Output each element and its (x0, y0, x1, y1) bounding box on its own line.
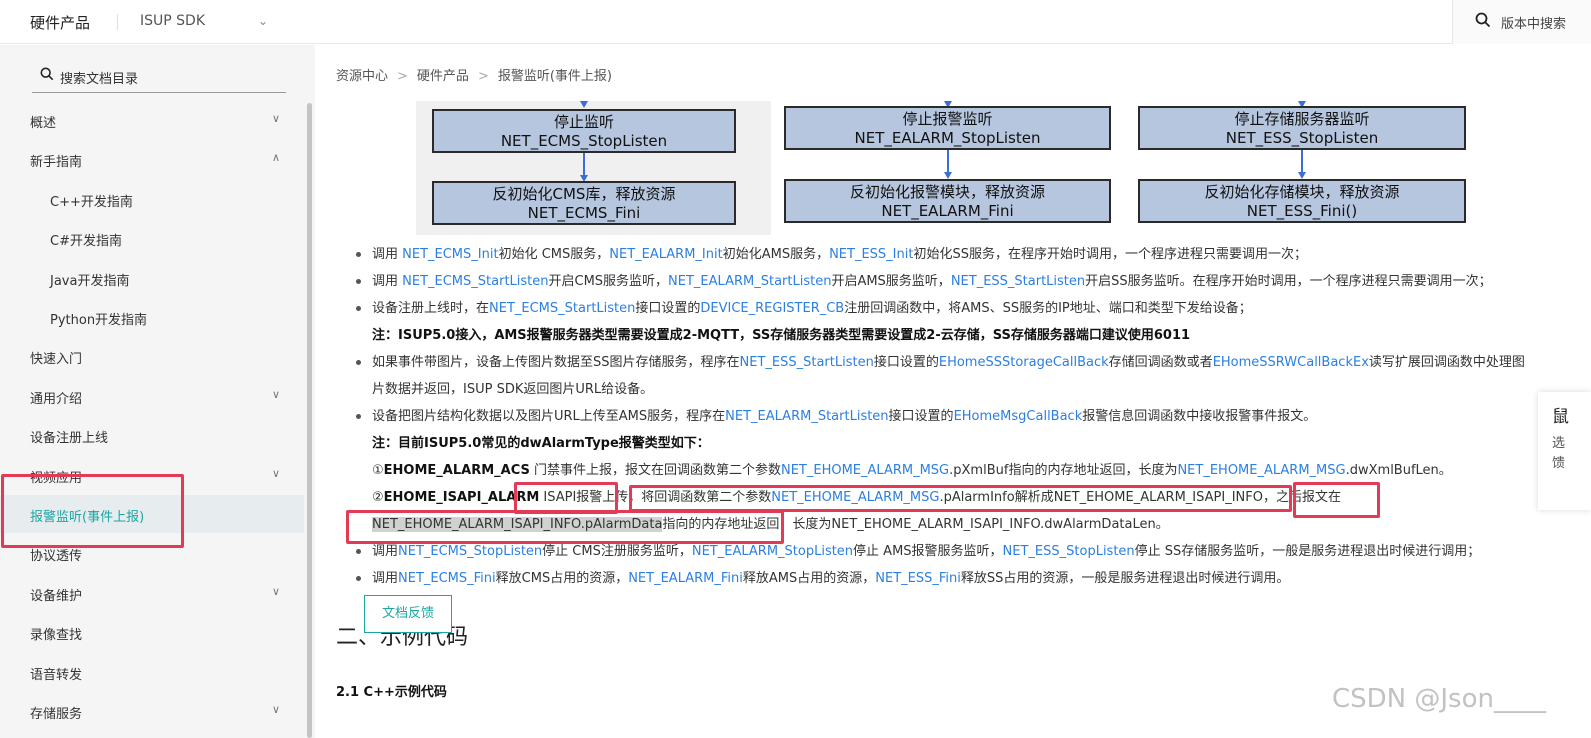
chevron-down-icon: ∨ (272, 585, 281, 598)
right-float-panel[interactable]: 鼠 选 馈 (1538, 392, 1591, 510)
arrow-icon (1298, 172, 1306, 179)
doc-search[interactable]: 搜索文档目录 (32, 61, 286, 93)
list-item: 调用 NET_ECMS_Init初始化 CMS服务，NET_EALARM_Ini… (354, 241, 1584, 268)
version-search-input[interactable]: 版本中搜索 (1501, 13, 1566, 32)
search-icon (40, 67, 54, 81)
top-bar: 硬件产品 ISUP SDK ⌄ 版本中搜索 (0, 0, 1591, 44)
flow-box-stop-cms: 停止监听 NET_ECMS_StopListen (432, 109, 736, 153)
list-item: 调用NET_ECMS_Fini释放CMS占用的资源，NET_EALARM_Fin… (354, 565, 1584, 592)
main-content: 资源中心 > 硬件产品 > 报警监听(事件上报) 停止监听 NET_ECMS_StopLi… (316, 45, 1591, 738)
link[interactable]: NET_ECMS_StartListen (402, 274, 548, 289)
doc-search-input[interactable]: 搜索文档目录 (60, 68, 138, 87)
divider (117, 14, 118, 30)
sidebar-item-quickstart[interactable]: 快速入门 (0, 337, 304, 375)
sidebar-item-storage[interactable]: 存储服务 ∨ (0, 692, 304, 730)
link[interactable]: NET_EALARM_StartListen (725, 409, 888, 424)
sidebar-item-java-guide[interactable]: Java开发指南 (0, 259, 304, 297)
list-item: 设备把图片结构化数据以及图片URL上传至AMS服务，程序在NET_EALARM_… (354, 403, 1584, 430)
chevron-right-icon: > (397, 69, 408, 84)
sidebar-item-voice-forward[interactable]: 语音转发 (0, 653, 304, 691)
link[interactable]: NET_ECMS_StopListen (398, 544, 542, 559)
link[interactable]: NET_ESS_StartListen (951, 274, 1085, 289)
flowchart: 停止监听 NET_ECMS_StopListen 反初始化CMS库，释放资源 NET… (416, 101, 1566, 235)
search-icon (1475, 12, 1491, 28)
flow-box-stop-alarm: 停止报警监听 NET_EALARM_StopListen (784, 106, 1111, 150)
note: 注：ISUP5.0接入，AMS报警服务器类型需要设置成2-MQTT，SS存储服务… (372, 328, 1191, 343)
product-selector[interactable]: ISUP SDK (140, 13, 205, 29)
flow-box-fini-alarm: 反初始化报警模块，释放资源 NET_EALARM_Fini (784, 179, 1111, 223)
list-item: 设备注册上线时，在NET_ECMS_StartListen接口设置的DEVICE… (354, 295, 1584, 322)
link[interactable]: NET_ESS_Init (829, 247, 913, 262)
flow-box-fini-cms: 反初始化CMS库，释放资源 NET_ECMS_Fini (432, 181, 736, 225)
link[interactable]: NET_EALARM_StopListen (692, 544, 853, 559)
annotation-box (1, 474, 184, 548)
connector-line (947, 150, 949, 172)
list-item-continuation: 片数据并返回，ISUP SDK返回图片URL给设备。 (372, 382, 654, 397)
connector-line (583, 153, 585, 175)
sidebar: 搜索文档目录 概述 ∨ 新手指南 ∧ C++开发指南 C#开发指南 Java开发指南… (0, 45, 315, 738)
sidebar-item-record-search[interactable]: 录像查找 (0, 613, 304, 651)
sidebar-item-device-maintenance[interactable]: 设备维护 ∨ (0, 574, 304, 612)
arrow-icon (580, 101, 588, 108)
link[interactable]: NET_ESS_StartListen (740, 355, 874, 370)
list-item: 如果事件带图片，设备上传图片数据至SS图片存储服务，程序在NET_ESS_Sta… (354, 349, 1584, 376)
sidebar-scrollbar[interactable] (307, 103, 312, 738)
link[interactable]: DEVICE_REGISTER_CB (700, 301, 844, 316)
version-search[interactable]: 版本中搜索 (1452, 0, 1591, 44)
link[interactable]: EHomeSSStorageCallBack (939, 355, 1109, 370)
sidebar-item-overview[interactable]: 概述 ∨ (0, 101, 304, 139)
chevron-down-icon: ∨ (272, 112, 281, 125)
chevron-down-icon: ∨ (272, 388, 281, 401)
sidebar-item-cpp-guide[interactable]: C++开发指南 (0, 180, 304, 218)
chevron-up-icon: ∧ (272, 151, 281, 164)
link[interactable]: EHomeSSRWCallBackEx (1213, 355, 1369, 370)
brand-label[interactable]: 硬件产品 (30, 12, 90, 33)
note: 注：目前ISUP5.0常见的dwAlarmType报警类型如下： (372, 436, 710, 451)
subsection-heading: 2.1 C++示例代码 (336, 685, 447, 700)
sidebar-item-device-register[interactable]: 设备注册上线 (0, 416, 304, 454)
chevron-down-icon[interactable]: ⌄ (258, 14, 268, 28)
link[interactable]: NET_EALARM_Fini (628, 571, 743, 586)
chevron-right-icon: > (477, 69, 489, 84)
annotation-box (629, 485, 1292, 512)
breadcrumb-item: 报警监听(事件上报) (497, 69, 612, 84)
flow-box-fini-ess: 反初始化存储模块，释放资源 NET_ESS_Fini() (1138, 179, 1466, 223)
link[interactable]: NET_ESS_Fini (875, 571, 961, 586)
sidebar-item-python-guide[interactable]: Python开发指南 (0, 298, 304, 336)
link[interactable]: NET_EALARM_StartListen (668, 274, 831, 289)
alarm-type-acs: ①EHOME_ALARM_ACS 门禁事件上报，报文在回调函数第二个参数NET_… (372, 463, 1452, 478)
arrow-icon (944, 172, 952, 179)
chevron-down-icon: ∨ (272, 703, 281, 716)
annotation-box (1293, 482, 1380, 518)
link[interactable]: NET_ESS_StopListen (1003, 544, 1135, 559)
sidebar-item-general[interactable]: 通用介绍 ∨ (0, 377, 304, 415)
sidebar-item-beginner-guide[interactable]: 新手指南 ∧ (0, 140, 304, 178)
connector-line (1301, 150, 1303, 172)
link[interactable]: NET_EHOME_ALARM_MSG (1177, 463, 1345, 478)
breadcrumb-item[interactable]: 资源中心 (336, 69, 388, 84)
list-item: 调用 NET_ECMS_StartListen开启CMS服务监听，NET_EAL… (354, 268, 1584, 295)
doc-feedback-button[interactable]: 文档反馈 (364, 595, 452, 633)
sidebar-item-csharp-guide[interactable]: C#开发指南 (0, 219, 304, 257)
breadcrumb-item[interactable]: 硬件产品 (417, 69, 469, 84)
breadcrumb: 资源中心 > 硬件产品 > 报警监听(事件上报) (336, 65, 612, 84)
link[interactable]: NET_EHOME_ALARM_MSG (781, 463, 949, 478)
link[interactable]: NET_ECMS_StartListen (489, 301, 635, 316)
link[interactable]: NET_ECMS_Fini (398, 571, 496, 586)
annotation-box (346, 510, 784, 544)
flow-box-stop-ess: 停止存储服务器监听 NET_ESS_StopListen (1138, 106, 1466, 150)
link[interactable]: NET_EALARM_Init (609, 247, 722, 262)
chevron-down-icon: ∨ (272, 467, 281, 480)
link[interactable]: NET_ECMS_Init (402, 247, 498, 262)
link[interactable]: EHomeMsgCallBack (954, 409, 1083, 424)
watermark: CSDN @Json____ (1332, 684, 1546, 714)
